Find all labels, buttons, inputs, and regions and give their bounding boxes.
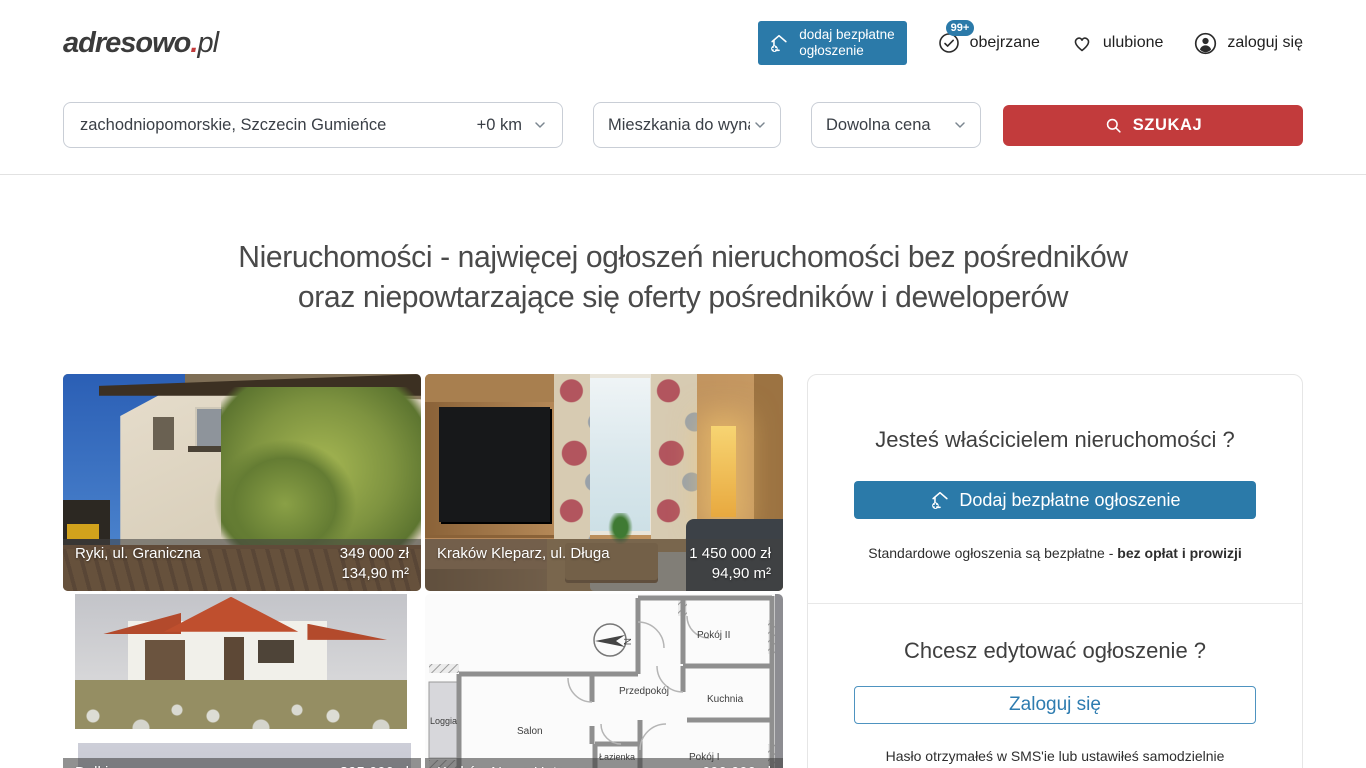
listing-caption: Kraków Nowa Huta, os. 600 000 zł	[425, 758, 783, 768]
house-plus-icon	[768, 32, 790, 54]
logo-tld: pl	[197, 27, 218, 59]
chevron-down-icon	[752, 117, 768, 133]
edit-heading: Chcesz edytować ogłoszenie ?	[854, 638, 1256, 664]
magnifier-icon	[1104, 116, 1123, 135]
logo[interactable]: adresowo.pl	[63, 27, 218, 60]
listing-card[interactable]: Dalki 895 000 zł	[63, 594, 421, 768]
listing-title: Dalki	[75, 763, 108, 768]
search-button[interactable]: SZUKAJ	[1003, 105, 1303, 146]
sidebar: Jesteś właścicielem nieruchomości ? Doda…	[807, 374, 1303, 768]
property-type-value: Mieszkania do wynajęcia	[608, 116, 750, 135]
chevron-down-icon	[532, 117, 548, 133]
favorites-label: ulubione	[1103, 34, 1164, 52]
room-label: Salon	[517, 726, 543, 737]
owner-section: Jesteś właścicielem nieruchomości ? Doda…	[808, 375, 1302, 603]
location-input[interactable]: zachodniopomorskie, Szczecin Gumieńce +0…	[63, 102, 563, 148]
owner-note: Standardowe ogłoszenia są bezpłatne - be…	[854, 545, 1256, 561]
search-bar: zachodniopomorskie, Szczecin Gumieńce +0…	[0, 86, 1366, 175]
listing-title: Kraków Kleparz, ul. Długa	[437, 544, 610, 564]
search-button-label: SZUKAJ	[1133, 116, 1203, 135]
owner-heading: Jesteś właścicielem nieruchomości ?	[854, 427, 1256, 453]
edit-note: Hasło otrzymałeś w SMS'ie lub ustawiłeś …	[854, 748, 1256, 764]
page-title: Nieruchomości - najwięcej ogłoszeń nieru…	[20, 237, 1345, 317]
user-circle-icon	[1193, 31, 1218, 56]
add-listing-button[interactable]: dodaj bezpłatne ogłoszenie	[758, 21, 906, 65]
logo-brand: adresowo	[63, 27, 190, 59]
room-label: Przedpokój	[619, 686, 669, 697]
viewed-count-badge: 99+	[946, 20, 975, 36]
listing-card[interactable]: Ryki, ul. Graniczna 349 000 zł 134,90 m²	[63, 374, 421, 591]
chevron-down-icon	[952, 117, 968, 133]
listing-area: 94,90 m²	[437, 564, 771, 584]
listing-caption: Ryki, ul. Graniczna 349 000 zł 134,90 m²	[63, 539, 421, 591]
header-actions: dodaj bezpłatne ogłoszenie 99+ obejrzane…	[758, 21, 1303, 65]
house-plus-icon	[929, 489, 951, 511]
listing-title: Kraków Nowa Huta, os.	[437, 763, 594, 768]
heart-icon	[1070, 31, 1094, 55]
add-listing-cta-label: Dodaj bezpłatne ogłoszenie	[959, 490, 1180, 511]
viewed-label: obejrzane	[970, 34, 1040, 52]
location-value: zachodniopomorskie, Szczecin Gumieńce	[80, 116, 386, 135]
site-header: adresowo.pl dodaj bezpłatne ogłoszenie 9…	[0, 0, 1366, 86]
radius-value: +0 km	[477, 116, 522, 135]
price-select[interactable]: Dowolna cena	[811, 102, 981, 148]
listing-photo	[63, 594, 421, 768]
listing-title: Ryki, ul. Graniczna	[75, 544, 201, 564]
property-type-select[interactable]: Mieszkania do wynajęcia	[593, 102, 781, 148]
listing-price: 600 000 zł	[702, 763, 771, 768]
favorites-link[interactable]: ulubione	[1070, 31, 1164, 55]
room-label: Kuchnia	[707, 694, 744, 705]
svg-text:N: N	[621, 638, 632, 645]
login-cta-button[interactable]: Zaloguj się	[854, 686, 1256, 724]
listings-grid: Ryki, ul. Graniczna 349 000 zł 134,90 m²	[63, 374, 783, 768]
listing-card[interactable]: Kraków Kleparz, ul. Długa 1 450 000 zł 9…	[425, 374, 783, 591]
listing-price: 1 450 000 zł	[689, 544, 771, 564]
listing-price: 349 000 zł	[340, 544, 409, 564]
room-label: Pokój II	[697, 630, 730, 641]
main-content: Nieruchomości - najwięcej ogłoszeń nieru…	[0, 237, 1366, 768]
room-label: Loggia	[430, 716, 457, 726]
viewed-link[interactable]: 99+ obejrzane	[937, 31, 1040, 55]
add-listing-cta-button[interactable]: Dodaj bezpłatne ogłoszenie	[854, 481, 1256, 519]
listing-area: 134,90 m²	[75, 564, 409, 584]
edit-section: Chcesz edytować ogłoszenie ? Zaloguj się…	[808, 604, 1302, 768]
login-label: zaloguj się	[1227, 34, 1303, 52]
listing-caption: Kraków Kleparz, ul. Długa 1 450 000 zł 9…	[425, 539, 783, 591]
floor-plan-image: N Pokój II Przedpokój Kuchnia Salon Logg…	[425, 594, 783, 768]
listing-caption: Dalki 895 000 zł	[63, 758, 421, 768]
add-listing-label: dodaj bezpłatne ogłoszenie	[799, 27, 894, 59]
price-value: Dowolna cena	[826, 116, 931, 135]
login-link[interactable]: zaloguj się	[1193, 31, 1303, 56]
listing-card[interactable]: N Pokój II Przedpokój Kuchnia Salon Logg…	[425, 594, 783, 768]
check-circle-icon: 99+	[937, 31, 961, 55]
listing-price: 895 000 zł	[340, 763, 409, 768]
